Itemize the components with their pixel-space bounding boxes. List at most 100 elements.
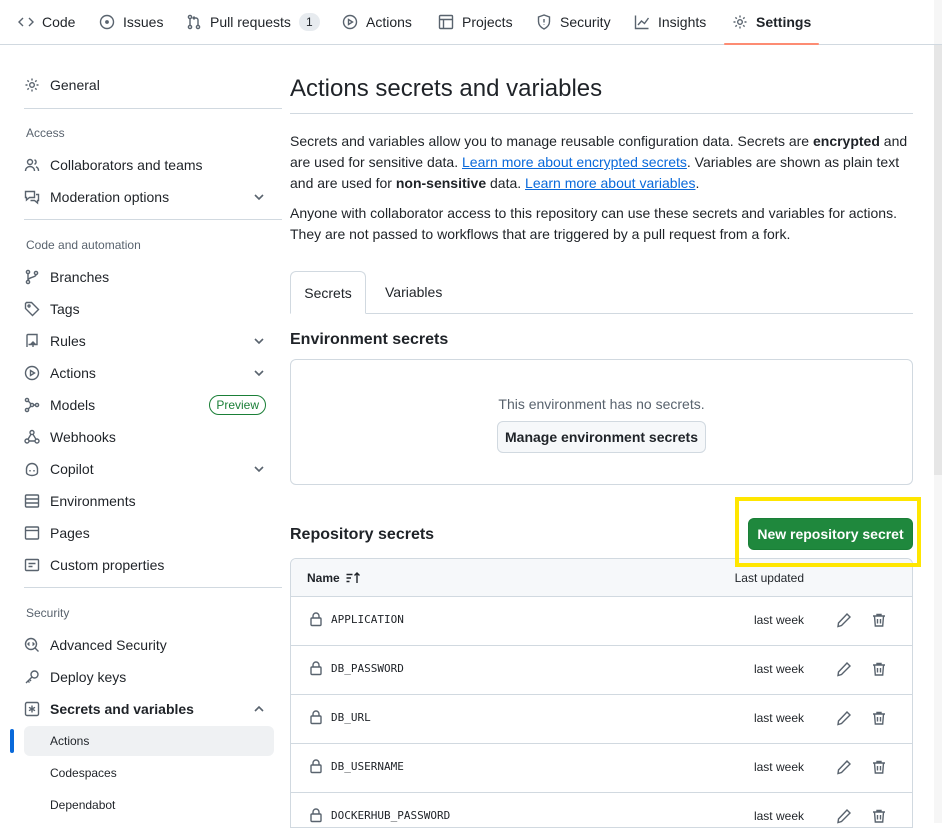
sidebar-item-label: Pages [50,525,90,541]
trash-icon[interactable] [871,808,887,824]
learn-more-secrets-link[interactable]: Learn more about encrypted secrets [462,154,687,170]
sidebar-item-general[interactable]: General [24,70,274,100]
copilot-icon [24,461,40,477]
secret-last-updated: last week [753,613,804,627]
sidebar-item-advanced-security[interactable]: Advanced Security [24,630,274,660]
pencil-icon[interactable] [836,759,852,775]
sidebar-item-branches[interactable]: Branches [24,262,274,292]
secret-name: DOCKERHUB_PASSWORD [331,809,451,822]
chevron-down-icon[interactable] [252,334,266,348]
tab-projects[interactable]: Projects [438,0,513,44]
codescan-icon [24,637,40,653]
tab-pull-requests[interactable]: Pull requests 1 [186,0,320,44]
sidebar-item-actions[interactable]: Actions [24,358,274,388]
tab-secrets[interactable]: Secrets [290,271,366,314]
preview-badge: Preview [209,395,266,415]
gear-icon [732,14,748,30]
sidebar-item-label: Branches [50,269,110,285]
sidebar-item-label: Custom properties [50,557,165,573]
pull-requests-count-badge: 1 [298,13,320,31]
sidebar-subitem-actions[interactable]: Actions [24,726,274,756]
trash-icon[interactable] [871,612,887,628]
secret-name: APPLICATION [331,613,404,626]
intro-text: . [695,175,700,191]
sidebar-item-label: Environments [50,493,136,509]
learn-more-variables-link[interactable]: Learn more about variables [525,175,695,191]
sidebar-group-access: Access [26,126,65,140]
tab-issues[interactable]: Issues [99,0,163,44]
manage-environment-secrets-button[interactable]: Manage environment secrets [497,421,706,453]
chevron-down-icon[interactable] [252,366,266,380]
settings-sidebar: General Access Collaborators and teams M… [0,45,290,823]
sort-ascending-icon[interactable] [345,570,361,586]
sidebar-item-label: Moderation options [50,189,170,205]
trash-icon[interactable] [871,661,887,677]
pencil-icon[interactable] [836,710,852,726]
chevron-down-icon[interactable] [252,190,266,204]
sidebar-item-tags[interactable]: Tags [24,294,274,324]
tab-code-label: Code [42,14,76,30]
sidebar-divider [24,587,282,588]
key-icon [24,669,40,685]
lock-icon [308,709,324,725]
lock-icon [308,660,324,676]
shield-icon [536,14,552,30]
column-last-updated: Last updated [734,571,804,585]
webhook-icon [24,429,40,445]
issue-icon [99,14,115,30]
sidebar-item-copilot[interactable]: Copilot [24,454,274,484]
secret-name: DB_URL [331,711,371,724]
tab-code[interactable]: Code [18,0,75,44]
highlight-box [735,497,921,567]
environment-secrets-box: This environment has no secrets. Manage … [290,359,913,485]
sidebar-item-rules[interactable]: Rules [24,326,274,356]
asterisk-icon [24,701,40,717]
tab-security[interactable]: Security [536,0,611,44]
sidebar-item-environments[interactable]: Environments [24,486,274,516]
sidebar-item-pages[interactable]: Pages [24,518,274,548]
repo-nav: Code Issues Pull requests 1 Actions Proj… [0,0,942,45]
tab-actions[interactable]: Actions [342,0,412,44]
sidebar-item-label: Collaborators and teams [50,157,203,173]
tab-issues-label: Issues [123,14,164,30]
secret-last-updated: last week [753,662,804,676]
sidebar-item-moderation[interactable]: Moderation options [24,182,274,212]
pencil-icon[interactable] [836,808,852,824]
sidebar-item-label: Advanced Security [50,637,167,653]
sidebar-subitem-dependabot[interactable]: Dependabot [24,790,274,820]
tab-settings[interactable]: Settings [723,0,820,45]
tab-insights[interactable]: Insights [634,0,706,44]
scrollbar-thumb[interactable] [934,45,942,475]
chevron-up-icon[interactable] [252,702,266,716]
sidebar-subitem-codespaces[interactable]: Codespaces [24,758,274,788]
sidebar-item-collaborators[interactable]: Collaborators and teams [24,150,274,180]
repository-secrets-heading: Repository secrets [290,526,435,543]
sidebar-item-models[interactable]: Models Preview [24,390,274,420]
lock-icon [308,807,324,823]
chevron-down-icon[interactable] [252,462,266,476]
sidebar-item-custom-properties[interactable]: Custom properties [24,550,274,580]
sidebar-item-secrets-and-variables[interactable]: Secrets and variables [24,694,274,724]
server-icon [24,493,40,509]
repository-secrets-table: Name Last updated APPLICATION last week DB… [290,558,913,828]
repo-push-icon [24,333,40,349]
comment-discussion-icon [24,189,40,205]
column-name[interactable]: Name [307,571,340,585]
trash-icon[interactable] [871,710,887,726]
tab-variables[interactable]: Variables [385,271,442,313]
sidebar-item-label: Copilot [50,461,94,477]
environment-secrets-heading: Environment secrets [290,331,449,348]
sidebar-group-code-automation: Code and automation [26,238,141,252]
pencil-icon[interactable] [836,612,852,628]
trash-icon[interactable] [871,759,887,775]
code-icon [18,14,34,30]
empty-state-text: This environment has no secrets. [498,396,705,412]
graph-icon [634,14,650,30]
people-icon [24,157,40,173]
page-title: Actions secrets and variables [290,75,603,102]
sidebar-item-webhooks[interactable]: Webhooks [24,422,274,452]
active-indicator [10,729,14,753]
pencil-icon[interactable] [836,661,852,677]
table-row: DB_URL last week [291,694,912,744]
sidebar-item-deploy-keys[interactable]: Deploy keys [24,662,274,692]
